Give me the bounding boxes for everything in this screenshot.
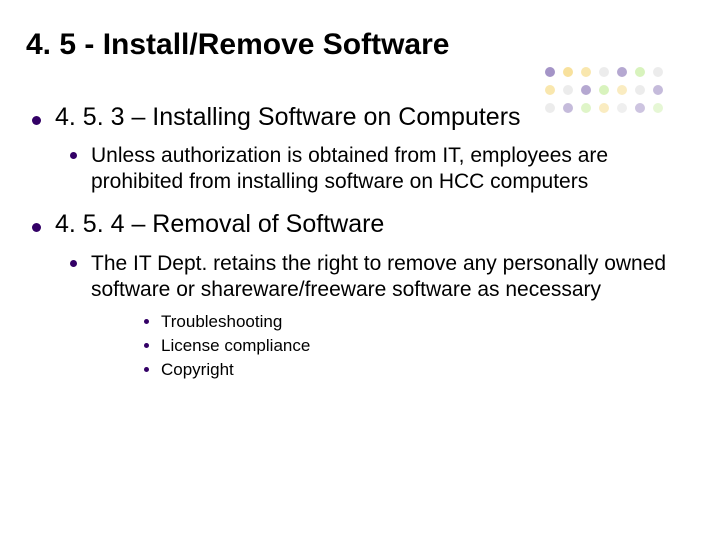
bullet-icon [32,116,41,125]
bullet-level2: The IT Dept. retains the right to remove… [70,251,686,381]
bullet-icon [70,152,77,159]
sub-item: License compliance [161,335,310,357]
slide-title: 4. 5 - Install/Remove Software [26,28,686,62]
section-heading: 4. 5. 4 – Removal of Software [55,209,384,240]
sub-item: Troubleshooting [161,311,282,333]
bullet-icon [70,260,77,267]
bullet-icon [144,343,149,348]
bullet-icon [144,367,149,372]
bullet-icon [144,319,149,324]
bullet-level1: 4. 5. 4 – Removal of Software The IT Dep… [32,209,686,381]
section-heading: 4. 5. 3 – Installing Software on Compute… [55,102,521,133]
body-text: The IT Dept. retains the right to remove… [91,251,686,303]
bullet-level1: 4. 5. 3 – Installing Software on Compute… [32,102,686,195]
bullet-level3: Troubleshooting License compliance Copyr… [144,311,686,381]
body-text: Unless authorization is obtained from IT… [91,143,686,195]
bullet-level2: Unless authorization is obtained from IT… [70,143,686,195]
sub-item: Copyright [161,359,234,381]
bullet-icon [32,223,41,232]
